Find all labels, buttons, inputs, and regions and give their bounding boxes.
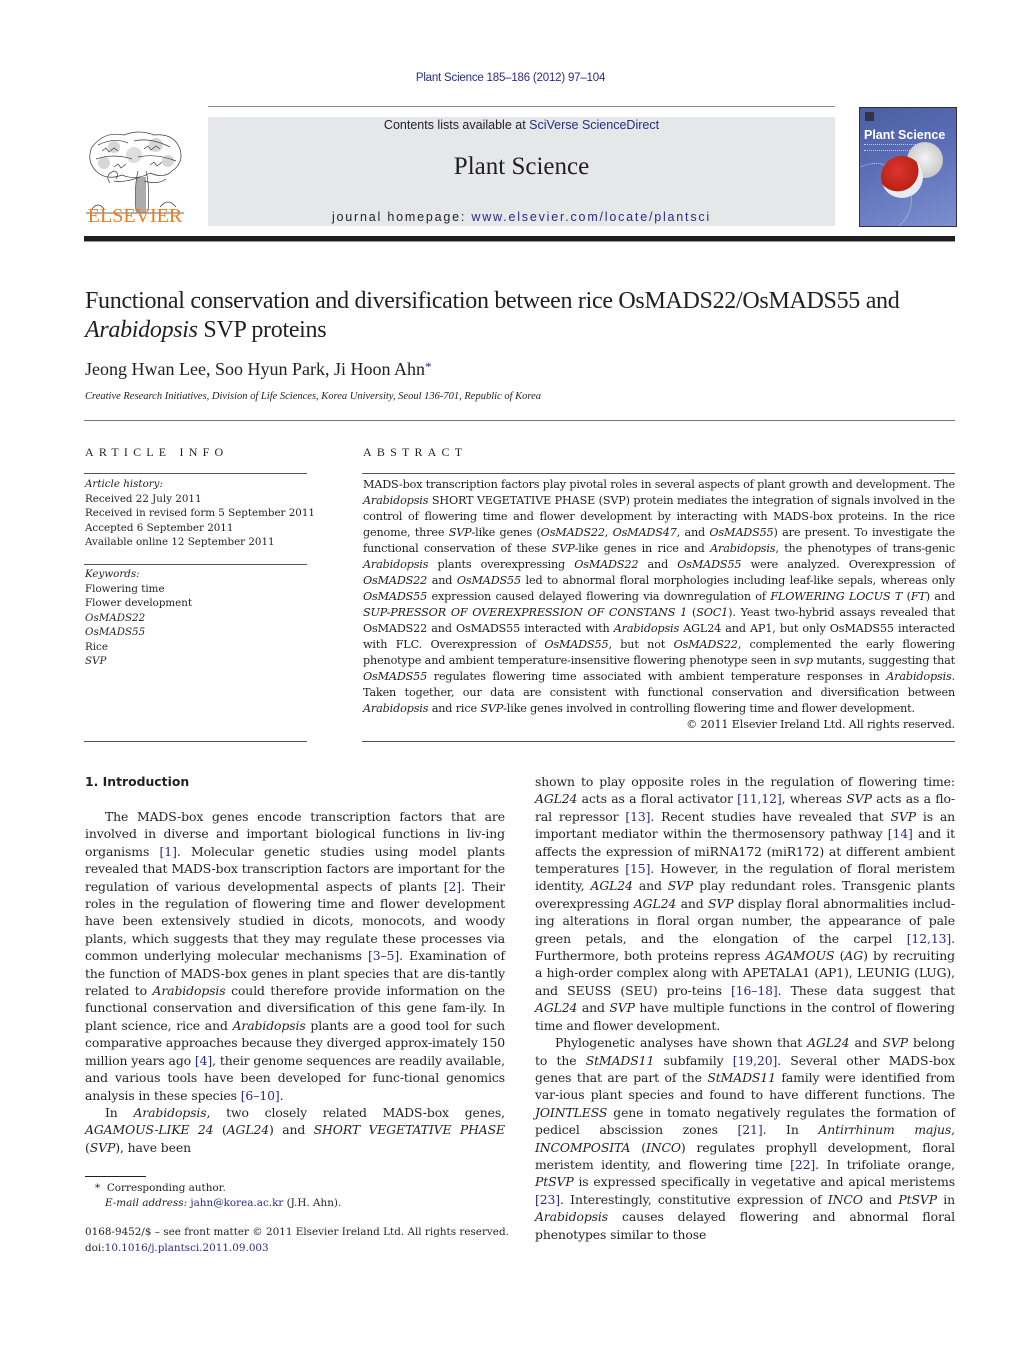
body-paragraph: Phylogenetic analyses have shown that AG… [535,1035,956,1242]
footnote-mark: * [95,1182,101,1194]
journal-homepage-line: journal homepage: www.elsevier.com/locat… [208,210,835,224]
contents-prefix: Contents lists available at [383,118,530,132]
article-info-divider [84,473,307,474]
issn-line: 0168-9452/$ – see front matter © 2011 El… [85,1226,509,1238]
elsevier-wordmark: ELSEVIER [87,205,183,227]
keyword-item: Rice [85,640,108,653]
history-label: Article history: [85,478,163,490]
citation-link[interactable]: [15] [625,861,650,876]
citation-link[interactable]: [21] [738,1122,763,1137]
title-italic-species: Arabidopsis [85,317,198,343]
title-divider [84,420,955,421]
abstract-text: MADS-box transcription factors play pivo… [363,478,956,715]
citation-link[interactable]: [11,12] [737,791,782,806]
keyword-item: Flower development [85,597,193,609]
header-heavy-divider-shadow [84,241,955,242]
abstract-copyright: © 2011 Elsevier Ireland Ltd. All rights … [686,718,955,731]
history-item: Received 22 July 2011 [85,492,202,505]
journal-title: Plant Science [453,153,590,180]
keywords-list: Keywords: Flowering time Flower developme… [85,567,310,669]
body-paragraph: In Arabidopsis, two closely related MADS… [85,1104,505,1155]
article-history: Article history: Received 22 July 2011 R… [85,477,315,550]
author-email-link[interactable]: jahn@korea.ac.kr [190,1197,283,1209]
keyword-item: OsMADS55 [85,626,146,638]
citation-link[interactable]: [13] [625,809,650,824]
journal-cover-thumbnail[interactable]: Plant Science [859,107,957,227]
homepage-prefix: journal homepage: [331,210,472,224]
keyword-item: OsMADS22 [85,611,146,624]
contents-line: Contents lists available at SciVerse Sci… [208,118,835,132]
body-paragraph: The MADS-box genes encode transcription … [85,809,506,1103]
email-label: E-mail address: [105,1197,188,1209]
keyword-item: Flowering time [85,582,165,595]
corresponding-author-marker[interactable]: * [425,359,432,374]
journal-citation[interactable]: Plant Science 185–186 (2012) 97–104 [0,72,1021,84]
section-heading-introduction: 1. Introduction [85,774,190,789]
citation-link[interactable]: [19,20] [733,1053,778,1068]
title-text-2: SVP proteins [197,317,327,343]
citation-link[interactable]: [1] [160,844,177,859]
email-suffix: (J.H. Ahn). [283,1197,342,1209]
citation-link[interactable]: [12,13] [907,931,952,946]
footnote: * Corresponding author. E-mail address: … [85,1181,505,1211]
citation-link[interactable]: [4] [195,1053,212,1068]
keyword-item: SVP [85,655,107,667]
article-info-heading: ARTICLE INFO [85,445,229,459]
keywords-label: Keywords: [85,568,140,580]
cover-publisher-icon [865,112,874,121]
journal-homepage-link[interactable]: www.elsevier.com/locate/plantsci [471,210,711,224]
footnote-divider [85,1176,146,1177]
journal-masthead: Contents lists available at SciVerse Sci… [208,117,835,226]
header-divider [208,106,835,107]
cover-petri-dish-red-icon [881,156,923,198]
citation-link[interactable]: [3–5] [368,948,399,963]
corresponding-author-note: Corresponding author. [106,1182,226,1194]
authors-text: Jeong Hwan Lee, Soo Hyun Park, Ji Hoon A… [85,359,425,379]
article-info-bottom-divider [84,741,307,742]
title-text-1: Functional conservation and diversificat… [85,288,900,314]
citation-link[interactable]: [23] [535,1192,560,1207]
citation-link[interactable]: [14] [888,826,913,841]
history-item: Accepted 6 September 2011 [85,521,234,534]
author-list: Jeong Hwan Lee, Soo Hyun Park, Ji Hoon A… [85,359,431,380]
keywords-divider [84,564,307,565]
citation-link[interactable]: [22] [790,1157,815,1172]
citation-link[interactable]: [2] [444,879,461,894]
keyword-items: Flowering time Flower development OsMADS22… [85,582,310,669]
affiliation: Creative Research Initiatives, Division … [85,391,541,402]
article-title: Functional conservation and diversificat… [85,287,965,345]
cover-title: Plant Science [864,128,946,142]
citation-link[interactable]: [6–10] [241,1088,280,1103]
sciencedirect-link[interactable]: SciVerse ScienceDirect [529,118,659,132]
abstract-bottom-divider [362,741,955,742]
history-item: Available online 12 September 2011 [85,536,275,548]
citation-link[interactable]: [16–18] [731,983,778,998]
abstract-body: MADS-box transcription factors play pivo… [363,477,955,733]
front-matter: 0168-9452/$ – see front matter © 2011 El… [85,1225,525,1256]
doi-prefix: doi: [85,1241,105,1254]
history-item: Received in revised form 5 September 201… [85,507,315,519]
body-column-left: The MADS-box genes encode transcription … [85,808,505,1156]
doi-link[interactable]: 10.1016/j.plantsci.2011.09.003 [105,1242,269,1254]
body-paragraph: shown to play opposite roles in the regu… [535,774,956,1033]
abstract-heading: ABSTRACT [363,445,468,459]
abstract-divider [362,473,955,474]
body-column-right: shown to play opposite roles in the regu… [535,773,955,1243]
